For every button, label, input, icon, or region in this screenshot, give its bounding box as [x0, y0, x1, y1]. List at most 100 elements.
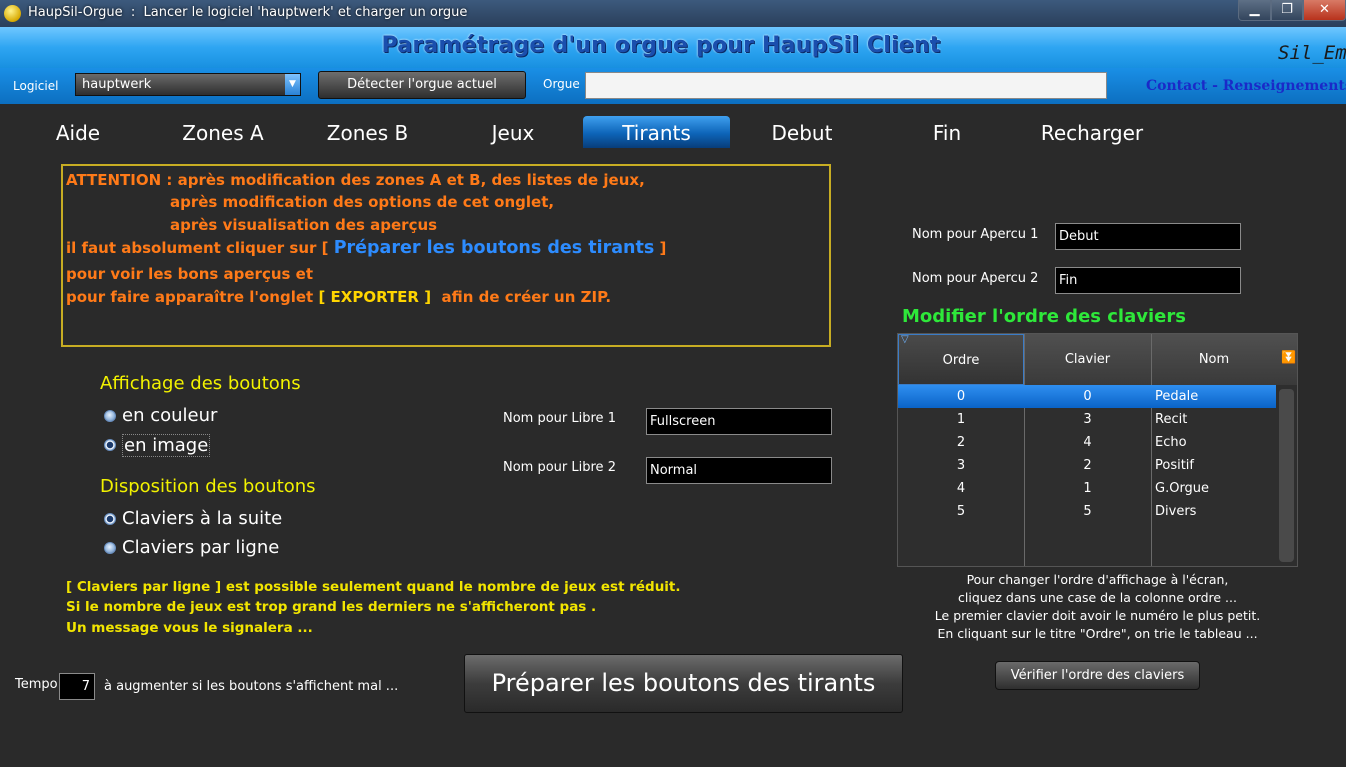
table-row[interactable]: 3 2 Positif [898, 454, 1276, 477]
claviers-table[interactable]: Ordre ▽ Clavier Nom ⏬ 0 0 Pedale 1 3 Rec… [897, 333, 1298, 567]
window-titlebar[interactable]: HaupSil-Orgue : Lancer le logiciel 'haup… [0, 0, 1346, 27]
user-name: Sil_Em [1278, 42, 1346, 64]
radio-label-en-image[interactable]: en image [122, 434, 211, 457]
double-chevron-down-icon[interactable]: ⏬ [1281, 350, 1296, 364]
app-window: HaupSil-Orgue : Lancer le logiciel 'haup… [0, 0, 1346, 767]
page-title: Paramétrage d'un orgue pour HaupSil Clie… [381, 33, 941, 58]
column-header-nom[interactable]: Nom [1151, 334, 1277, 385]
tab-aide[interactable]: Aide [36, 116, 120, 148]
radio-en-couleur[interactable] [104, 410, 116, 422]
warning-prepare-ref: Préparer les boutons des tirants [333, 238, 655, 258]
info-line-4: En cliquant sur le titre "Ordre", on tri… [937, 626, 1258, 641]
maximize-button[interactable]: ❐ [1271, 0, 1303, 21]
libre1-field[interactable]: Fullscreen [646, 408, 832, 435]
libre1-label: Nom pour Libre 1 [503, 411, 616, 426]
cell-ordre[interactable]: 2 [898, 431, 1024, 454]
cell-clavier: 2 [1083, 458, 1092, 473]
warning-box: ATTENTION : après modification des zones… [61, 164, 831, 347]
libre2-field[interactable]: Normal [646, 457, 832, 484]
warning-line-6: pour faire apparaître l'onglet [ EXPORTE… [66, 288, 611, 306]
cell-ordre[interactable]: 0 [898, 385, 1024, 408]
minimize-button[interactable]: ▁ [1238, 0, 1271, 21]
verify-order-button[interactable]: Vérifier l'ordre des claviers [995, 661, 1200, 690]
table-row[interactable]: 2 4 Echo [898, 431, 1276, 454]
column-header-clavier[interactable]: Clavier [1024, 334, 1151, 385]
app-icon [4, 5, 21, 22]
info-line-3: Le premier clavier doit avoir le numéro … [934, 608, 1261, 623]
table-scrollbar[interactable] [1276, 385, 1297, 566]
detect-organ-button[interactable]: Détecter l'orgue actuel [318, 71, 526, 99]
tempo-hint: à augmenter si les boutons s'affichent m… [104, 679, 399, 694]
warning-line-4: il faut absolument cliquer sur [ Prépare… [66, 238, 666, 258]
cell-ordre[interactable]: 3 [898, 454, 1024, 477]
radio-label-claviers-ligne[interactable]: Claviers par ligne [122, 537, 279, 558]
tab-debut[interactable]: Debut [758, 116, 846, 148]
close-button[interactable]: ✕ [1303, 0, 1346, 21]
contact-link-a[interactable]: Contact [1146, 78, 1207, 94]
cell-clavier: 5 [1083, 504, 1092, 519]
warning-line-4a: il faut absolument cliquer sur [ [66, 239, 334, 257]
libre2-label: Nom pour Libre 2 [503, 460, 616, 475]
note-line-2: Si le nombre de jeux est trop grand les … [66, 599, 597, 615]
tab-fin[interactable]: Fin [916, 116, 978, 148]
contact-separator: - [1207, 78, 1223, 94]
warning-export-ref: [ EXPORTER ] [318, 288, 432, 306]
contact-link-b[interactable]: Renseignements [1223, 78, 1346, 94]
radio-en-image[interactable] [104, 439, 116, 451]
cell-clavier: 3 [1083, 412, 1092, 427]
tab-recharger[interactable]: Recharger [1026, 116, 1158, 148]
warning-line-2: après modification des options de cet on… [170, 193, 555, 211]
cell-ordre[interactable]: 1 [898, 408, 1024, 431]
info-line-1: Pour changer l'ordre d'affichage à l'écr… [966, 572, 1229, 587]
radio-label-en-couleur[interactable]: en couleur [122, 405, 217, 426]
orgue-field[interactable] [585, 72, 1107, 99]
warning-line-1: ATTENTION : après modification des zones… [66, 171, 645, 189]
cell-nom: Echo [1155, 435, 1187, 450]
radio-claviers-ligne[interactable] [104, 542, 116, 554]
radio-label-claviers-suite[interactable]: Claviers à la suite [122, 508, 282, 529]
warning-line-3: après visualisation des aperçus [170, 216, 438, 234]
warning-line-4c: ] [654, 239, 667, 257]
tab-jeux[interactable]: Jeux [475, 116, 551, 148]
logiciel-label: Logiciel [13, 79, 59, 93]
cell-nom: Divers [1155, 504, 1197, 519]
cell-nom: G.Orgue [1155, 481, 1210, 496]
tab-zones-a[interactable]: Zones A [170, 116, 276, 148]
tab-zones-b[interactable]: Zones B [314, 116, 421, 148]
claviers-title: Modifier l'ordre des claviers [902, 306, 1186, 327]
apercu2-field[interactable]: Fin [1055, 267, 1241, 294]
window-title: HaupSil-Orgue : Lancer le logiciel 'haup… [28, 5, 468, 20]
cell-clavier: 1 [1083, 481, 1092, 496]
tempo-label: Tempo [15, 677, 58, 692]
app-header: Paramétrage d'un orgue pour HaupSil Clie… [0, 27, 1346, 68]
radio-claviers-suite[interactable] [104, 513, 116, 525]
cell-ordre[interactable]: 4 [898, 477, 1024, 500]
table-row[interactable]: 4 1 G.Orgue [898, 477, 1276, 500]
warning-line-5: pour voir les bons aperçus et [66, 265, 314, 283]
affichage-title: Affichage des boutons [100, 373, 301, 394]
prepare-buttons-button[interactable]: Préparer les boutons des tirants [464, 654, 903, 713]
chevron-down-icon[interactable]: ▼ [285, 74, 300, 95]
table-row[interactable]: 5 5 Divers [898, 500, 1276, 523]
table-row[interactable]: 1 3 Recit [898, 408, 1276, 431]
logiciel-select[interactable]: hauptwerk ▼ [75, 73, 301, 96]
info-line-2: cliquez dans une case de la colonne ordr… [958, 590, 1237, 605]
cell-clavier: 4 [1083, 435, 1092, 450]
orgue-label: Orgue [543, 77, 580, 91]
cell-nom: Pedale [1155, 389, 1199, 404]
tab-tirants[interactable]: Tirants [583, 116, 730, 148]
scrollbar-thumb[interactable] [1279, 389, 1294, 562]
column-header-ordre[interactable]: Ordre [898, 334, 1024, 385]
cell-ordre[interactable]: 5 [898, 500, 1024, 523]
table-row[interactable]: 0 0 Pedale [898, 385, 1276, 408]
apercu1-field[interactable]: Debut [1055, 223, 1241, 250]
toolbar: Logiciel hauptwerk ▼ Détecter l'orgue ac… [0, 68, 1346, 104]
sort-indicator-icon: ▽ [901, 334, 909, 345]
contact-link[interactable]: Contact - Renseignements [1146, 78, 1346, 94]
tempo-field[interactable]: 7 [59, 673, 95, 700]
note-line-3: Un message vous le signalera ... [66, 620, 313, 636]
apercu1-label: Nom pour Apercu 1 [912, 227, 1039, 242]
logiciel-value: hauptwerk [82, 77, 152, 92]
cell-nom: Positif [1155, 458, 1194, 473]
warning-line-6c: afin de créer un ZIP. [431, 288, 612, 306]
